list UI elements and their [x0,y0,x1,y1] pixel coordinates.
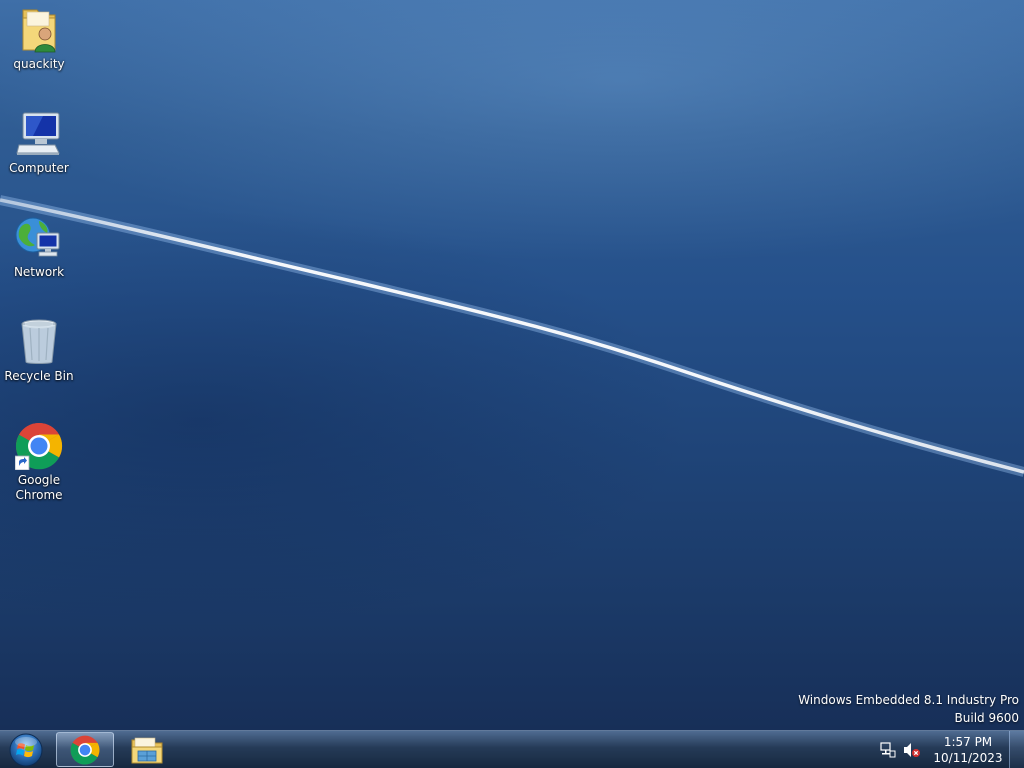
icon-label: Computer [9,161,69,175]
windows-logo-icon [9,733,43,767]
start-button[interactable] [6,732,46,768]
wallpaper-light-streak [0,195,1024,477]
chrome-icon [70,735,100,765]
recycle-bin-icon [15,318,63,366]
desktop-icon-quackity[interactable]: quackity [4,6,74,72]
watermark-build: Build 9600 [954,711,1019,725]
user-folder-icon [15,6,63,54]
volume-muted-icon[interactable] [901,739,923,761]
taskbar[interactable]: 1:57 PM 10/11/2023 [0,730,1024,768]
icon-label: quackity [13,57,65,71]
desktop-icon-recycle-bin[interactable]: Recycle Bin [4,318,74,384]
notification-area: 1:57 PM 10/11/2023 [877,731,1024,768]
show-desktop-button[interactable] [1009,731,1024,768]
clock-date: 10/11/2023 [933,750,1003,765]
icon-label: Google Chrome [15,473,63,502]
computer-icon [15,110,63,158]
network-tray-icon[interactable] [877,739,899,761]
icon-label: Network [13,265,65,279]
watermark-edition: Windows Embedded 8.1 Industry Pro [798,693,1019,707]
icon-label: Recycle Bin [4,369,74,383]
desktop-icon-google-chrome[interactable]: Google Chrome [4,422,74,503]
desktop[interactable]: quackity Computer Network Recycle Bin Go… [0,0,1024,730]
windows-version-watermark: Windows Embedded 8.1 Industry Pro Build … [798,691,1019,727]
file-explorer-icon [131,737,163,763]
network-icon [15,214,63,262]
desktop-icon-network[interactable]: Network [4,214,74,280]
desktop-icon-computer[interactable]: Computer [4,110,74,176]
taskbar-clock[interactable]: 1:57 PM 10/11/2023 [929,734,1007,766]
chrome-shortcut-icon [15,422,63,470]
taskbar-file-explorer-button[interactable] [118,732,176,767]
clock-time: 1:57 PM [943,734,993,749]
wallpaper-glow [0,0,1024,730]
taskbar-chrome-button[interactable] [56,732,114,767]
